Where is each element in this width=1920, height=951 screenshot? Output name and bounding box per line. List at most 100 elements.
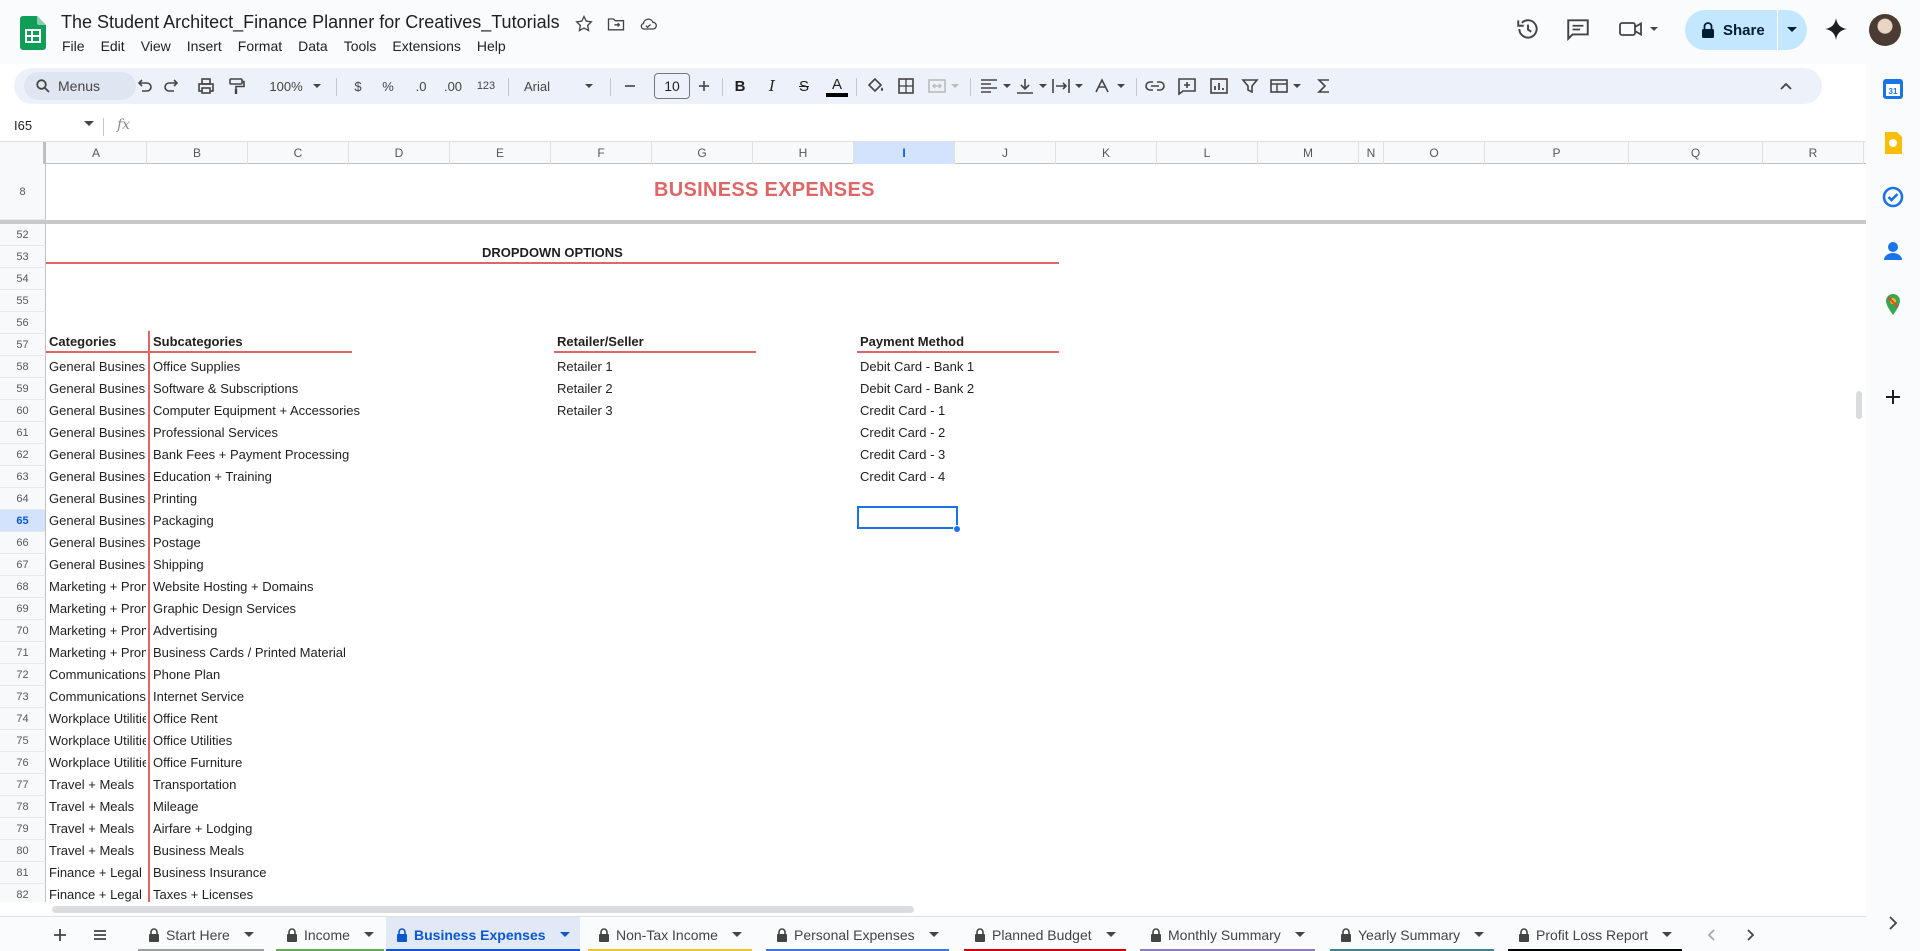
column-header-l[interactable]: L (1157, 142, 1258, 164)
payment-method-cell[interactable]: Debit Card - Bank 1 (860, 356, 1060, 378)
borders-icon[interactable] (896, 76, 916, 96)
category-cell[interactable]: General Business (49, 444, 146, 466)
category-cell[interactable]: General Business (49, 554, 146, 576)
insert-comment-icon[interactable] (1176, 76, 1198, 96)
menu-insert[interactable]: Insert (179, 36, 230, 56)
freeze-divider[interactable] (0, 220, 1866, 224)
row-number-67[interactable]: 67 (0, 554, 46, 576)
column-header-n[interactable]: N (1359, 142, 1384, 164)
payment-method-cell[interactable]: Debit Card - Bank 2 (860, 378, 1060, 400)
row-number-60[interactable]: 60 (0, 400, 46, 422)
category-cell[interactable]: General Business (49, 532, 146, 554)
caret-down-icon[interactable] (1105, 931, 1116, 938)
subcategory-cell[interactable]: Mileage (153, 796, 553, 818)
star-icon[interactable] (574, 14, 594, 34)
row-number-71[interactable]: 71 (0, 642, 46, 664)
filter-views-icon[interactable] (1268, 76, 1304, 96)
horizontal-scrollbar-thumb[interactable] (52, 906, 914, 913)
row-number-74[interactable]: 74 (0, 708, 46, 730)
column-header-r[interactable]: R (1763, 142, 1864, 164)
row-number-54[interactable]: 54 (0, 268, 46, 290)
subcategory-cell[interactable]: Software & Subscriptions (153, 378, 553, 400)
subcategory-cell[interactable]: Professional Services (153, 422, 553, 444)
sheet-tab[interactable]: Start Here (138, 917, 264, 951)
row-number-62[interactable]: 62 (0, 444, 46, 466)
horizontal-align-icon[interactable] (978, 76, 1014, 96)
category-cell[interactable]: General Business (49, 422, 146, 444)
document-title[interactable]: The Student Architect_Finance Planner fo… (61, 12, 560, 33)
subcategory-cell[interactable]: Office Rent (153, 708, 553, 730)
row-number-53[interactable]: 53 (0, 246, 46, 268)
name-box-caret-icon[interactable] (84, 121, 94, 127)
text-color-button[interactable]: A (826, 74, 848, 98)
subcategory-cell[interactable]: Business Cards / Printed Material (153, 642, 553, 664)
row-number-64[interactable]: 64 (0, 488, 46, 510)
column-header-b[interactable]: B (147, 142, 248, 164)
share-button[interactable]: Share (1685, 10, 1807, 50)
category-cell[interactable]: General Business (49, 466, 146, 488)
category-cell[interactable]: General Business (49, 378, 146, 400)
font-caret-icon[interactable] (584, 76, 594, 96)
increase-font-size-icon[interactable] (696, 76, 712, 96)
subcategory-cell[interactable]: Business Meals (153, 840, 553, 862)
column-header-e[interactable]: E (450, 142, 551, 164)
row-number-8[interactable]: 8 (0, 164, 46, 220)
category-cell[interactable]: Finance + Legal (49, 862, 146, 884)
folder-move-icon[interactable] (606, 14, 626, 34)
sheet-tab[interactable]: Personal Expenses (766, 917, 949, 951)
all-sheets-icon[interactable] (92, 927, 108, 943)
menu-extensions[interactable]: Extensions (384, 36, 468, 56)
subcategory-cell[interactable]: Airfare + Lodging (153, 818, 553, 840)
row-number-79[interactable]: 79 (0, 818, 46, 840)
calendar-icon[interactable]: 31 (1880, 76, 1906, 102)
retailer-cell[interactable]: Retailer 2 (557, 378, 757, 400)
menu-edit[interactable]: Edit (93, 36, 133, 56)
maps-icon[interactable] (1880, 292, 1906, 318)
caret-down-icon[interactable] (559, 931, 570, 938)
tasks-icon[interactable] (1880, 184, 1906, 210)
fill-handle[interactable] (953, 525, 961, 533)
bold-button[interactable]: B (730, 76, 750, 96)
row-number-82[interactable]: 82 (0, 884, 46, 902)
category-cell[interactable]: Communications (49, 686, 146, 708)
category-cell[interactable]: Marketing + Promotion (49, 598, 146, 620)
name-box[interactable]: I65 (14, 118, 32, 133)
select-all-corner[interactable] (0, 142, 46, 164)
font-select[interactable]: Arial (518, 76, 588, 96)
subcategory-cell[interactable]: Taxes + Licenses (153, 884, 553, 902)
menu-data[interactable]: Data (290, 36, 336, 56)
column-header-c[interactable]: C (248, 142, 349, 164)
subcategory-cell[interactable]: Computer Equipment + Accessories (153, 400, 553, 422)
menu-view[interactable]: View (133, 36, 179, 56)
category-cell[interactable]: Workplace Utilities (49, 708, 146, 730)
subcategory-cell[interactable]: Office Supplies (153, 356, 553, 378)
row-number-58[interactable]: 58 (0, 356, 46, 378)
decrease-decimal-button[interactable]: .0 (408, 76, 434, 96)
sheet-tab[interactable]: Business Expenses (386, 917, 580, 951)
italic-button[interactable]: I (762, 76, 782, 96)
menu-help[interactable]: Help (469, 36, 514, 56)
category-cell[interactable]: General Business (49, 510, 146, 532)
category-cell[interactable]: Travel + Meals (49, 774, 146, 796)
category-cell[interactable]: General Business (49, 488, 146, 510)
caret-down-icon[interactable] (363, 931, 374, 938)
insert-link-icon[interactable] (1144, 76, 1166, 96)
sheet-tab[interactable]: Monthly Summary (1140, 917, 1315, 951)
sheets-logo-icon[interactable] (20, 16, 46, 50)
row-number-52[interactable]: 52 (0, 224, 46, 246)
row-number-57[interactable]: 57 (0, 334, 46, 356)
category-cell[interactable]: Marketing + Promotion (49, 620, 146, 642)
column-header-q[interactable]: Q (1629, 142, 1763, 164)
active-cell-i65[interactable] (857, 506, 958, 529)
column-header-m[interactable]: M (1258, 142, 1359, 164)
column-header-p[interactable]: P (1485, 142, 1629, 164)
retailer-cell[interactable]: Retailer 1 (557, 356, 757, 378)
percent-format-button[interactable]: % (380, 76, 396, 96)
category-cell[interactable]: Travel + Meals (49, 796, 146, 818)
avatar[interactable] (1869, 14, 1901, 46)
column-header-a[interactable]: A (46, 142, 147, 164)
category-cell[interactable]: Finance + Legal (49, 884, 146, 902)
redo-icon[interactable] (162, 76, 182, 96)
subcategory-cell[interactable]: Phone Plan (153, 664, 553, 686)
share-main[interactable]: Share (1685, 10, 1777, 50)
